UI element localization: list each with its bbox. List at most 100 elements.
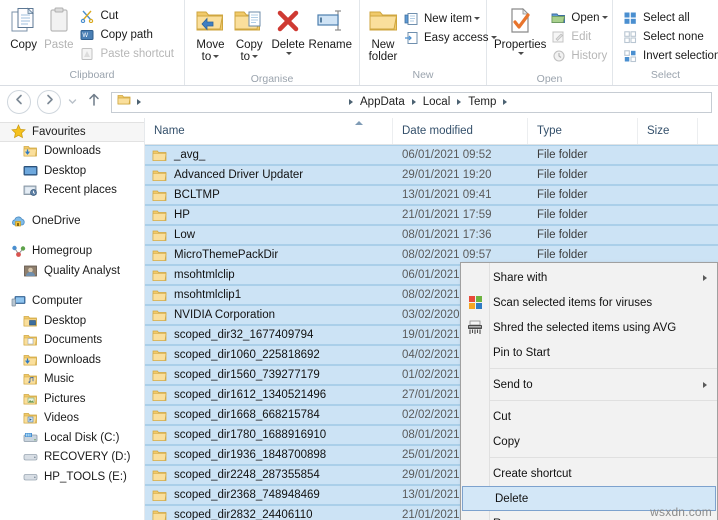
- properties-dropdown-caret[interactable]: [518, 52, 525, 72]
- chevron-right-icon: [703, 272, 717, 284]
- breadcrumb-separator[interactable]: [411, 99, 416, 105]
- cell-name: BCLTMP: [145, 186, 393, 204]
- sidebar-item-videos[interactable]: Videos: [0, 409, 144, 429]
- cell-size: [638, 186, 698, 204]
- context-menu-item-pin-to-start[interactable]: Pin to Start: [461, 340, 717, 365]
- drive-icon: [22, 449, 39, 465]
- context-menu-item-scan-selected-items-for-viruses[interactable]: Scan selected items for viruses: [461, 290, 717, 315]
- sidebar-item-documents[interactable]: Documents: [0, 331, 144, 351]
- navigation-pane: Favourites Downloads Desktop Recent plac…: [0, 118, 145, 520]
- table-row[interactable]: BCLTMP 13/01/2021 09:41 File folder: [145, 185, 718, 205]
- cell-type: File folder: [537, 189, 588, 201]
- context-menu-item-shred-the-selected-items-using-avg[interactable]: Shred the selected items using AVG: [461, 315, 717, 340]
- history-icon: [549, 48, 567, 64]
- table-row[interactable]: Advanced Driver Updater 29/01/2021 19:20 F…: [145, 165, 718, 185]
- sidebar-item-favourites[interactable]: Favourites: [0, 122, 144, 142]
- forward-button[interactable]: [37, 90, 61, 114]
- sidebar-item-computer[interactable]: Computer: [0, 292, 144, 312]
- table-row[interactable]: _avg_ 06/01/2021 09:52 File folder: [145, 145, 718, 165]
- sidebar-label-onedrive: OneDrive: [32, 214, 81, 227]
- cell-size: [638, 146, 698, 164]
- select-all-button[interactable]: Select all: [619, 8, 718, 27]
- context-menu-item-share-with[interactable]: Share with: [461, 265, 717, 290]
- up-button[interactable]: [84, 91, 104, 113]
- easy-access-button[interactable]: Easy access: [400, 28, 501, 47]
- properties-button[interactable]: Properties: [493, 3, 547, 72]
- sidebar-item-recent-places[interactable]: Recent places: [0, 181, 144, 201]
- breadcrumb-item-local[interactable]: Local: [420, 96, 454, 108]
- new-folder-button[interactable]: New folder: [366, 3, 400, 63]
- cell-name: scoped_dir1612_1340521496: [145, 386, 393, 404]
- invert-selection-button[interactable]: Invert selection: [619, 46, 718, 65]
- context-menu-item-copy[interactable]: Copy: [461, 429, 717, 454]
- drive-icon: [22, 469, 39, 485]
- sidebar-item-music[interactable]: Music: [0, 370, 144, 390]
- table-row[interactable]: HP 21/01/2021 17:59 File folder: [145, 205, 718, 225]
- history-dropdown-icon: [68, 93, 77, 111]
- breadcrumb-item-appdata[interactable]: AppData: [357, 96, 408, 108]
- context-menu-item-label: Scan selected items for viruses: [493, 296, 653, 309]
- edit-label: Edit: [571, 30, 592, 43]
- select-small-buttons: Select all Select none Invert selection: [619, 3, 718, 65]
- sidebar-item-recovery-d[interactable]: RECOVERY (D:): [0, 448, 144, 468]
- copy-path-button[interactable]: W Copy path: [76, 25, 178, 44]
- column-header-type[interactable]: Type: [528, 118, 638, 144]
- context-menu-item-create-shortcut[interactable]: Create shortcut: [461, 461, 717, 486]
- sidebar-item-computer-desktop[interactable]: Desktop: [0, 311, 144, 331]
- table-row[interactable]: Low 08/01/2021 17:36 File folder: [145, 225, 718, 245]
- open-label: Open: [571, 11, 600, 24]
- cell-name-text: Advanced Driver Updater: [174, 169, 304, 181]
- folder-icon: [152, 189, 168, 202]
- delete-button[interactable]: Delete: [269, 3, 308, 72]
- cell-type: File folder: [537, 169, 588, 181]
- breadcrumb-root-icon-wrap[interactable]: [115, 93, 133, 111]
- sidebar-item-quality-analyst[interactable]: Quality Analyst: [0, 261, 144, 281]
- sidebar-item-hp-tools-e[interactable]: HP_TOOLS (E:): [0, 467, 144, 487]
- sidebar-item-downloads[interactable]: Downloads: [0, 142, 144, 162]
- delete-dropdown-caret[interactable]: [286, 52, 293, 72]
- open-button[interactable]: Open: [547, 8, 611, 27]
- sidebar-item-computer-downloads[interactable]: Downloads: [0, 350, 144, 370]
- select-none-button[interactable]: Select none: [619, 27, 718, 46]
- ribbon-group-label-clipboard: Clipboard: [69, 69, 115, 81]
- history-button[interactable]: History: [547, 46, 611, 65]
- cell-name-text: scoped_dir2368_748948469: [174, 489, 320, 501]
- rename-button[interactable]: Rename: [308, 3, 353, 51]
- edit-button[interactable]: Edit: [547, 27, 611, 46]
- paste-shortcut-button[interactable]: Paste shortcut: [76, 44, 178, 63]
- open-caret[interactable]: [601, 16, 608, 19]
- context-menu-item-send-to[interactable]: Send to: [461, 372, 717, 397]
- breadcrumb-separator[interactable]: [457, 99, 462, 105]
- column-header-name[interactable]: Name: [145, 118, 393, 144]
- cell-name: Advanced Driver Updater: [145, 166, 393, 184]
- sidebar-item-desktop[interactable]: Desktop: [0, 161, 144, 181]
- paste-button[interactable]: Paste: [41, 3, 76, 51]
- breadcrumb-item-temp[interactable]: Temp: [465, 96, 499, 108]
- sidebar-item-homegroup[interactable]: Homegroup: [0, 242, 144, 262]
- copy-to-button[interactable]: Copy to: [230, 3, 269, 63]
- copy-label: Copy: [10, 39, 38, 51]
- history-dropdown-button[interactable]: [64, 91, 80, 113]
- sidebar-item-pictures[interactable]: Pictures: [0, 389, 144, 409]
- pictures-folder-icon: [22, 391, 39, 407]
- sidebar-item-local-disk-c[interactable]: Local Disk (C:): [0, 428, 144, 448]
- breadcrumb-separator[interactable]: [349, 99, 353, 105]
- context-menu-item-cut[interactable]: Cut: [461, 404, 717, 429]
- invert-selection-label: Invert selection: [643, 49, 718, 62]
- breadcrumb[interactable]: AppData Local Temp: [111, 91, 712, 113]
- breadcrumb-separator[interactable]: [137, 99, 141, 105]
- move-to-folder-icon: [194, 5, 226, 37]
- column-header-size[interactable]: Size: [638, 118, 698, 144]
- new-item-caret[interactable]: [473, 17, 480, 20]
- delete-x-icon: [273, 5, 303, 37]
- clipboard-small-buttons: Cut W Copy path Paste shortcut: [76, 3, 178, 63]
- sidebar-item-onedrive[interactable]: OneDrive: [0, 211, 144, 231]
- move-to-button[interactable]: Move to: [191, 3, 230, 63]
- new-item-button[interactable]: New item: [400, 9, 501, 28]
- select-none-label: Select none: [643, 30, 704, 43]
- back-button[interactable]: [7, 90, 31, 114]
- copy-button[interactable]: Copy: [6, 3, 41, 51]
- breadcrumb-separator[interactable]: [503, 99, 508, 105]
- column-header-date-modified[interactable]: Date modified: [393, 118, 528, 144]
- cut-button[interactable]: Cut: [76, 6, 178, 25]
